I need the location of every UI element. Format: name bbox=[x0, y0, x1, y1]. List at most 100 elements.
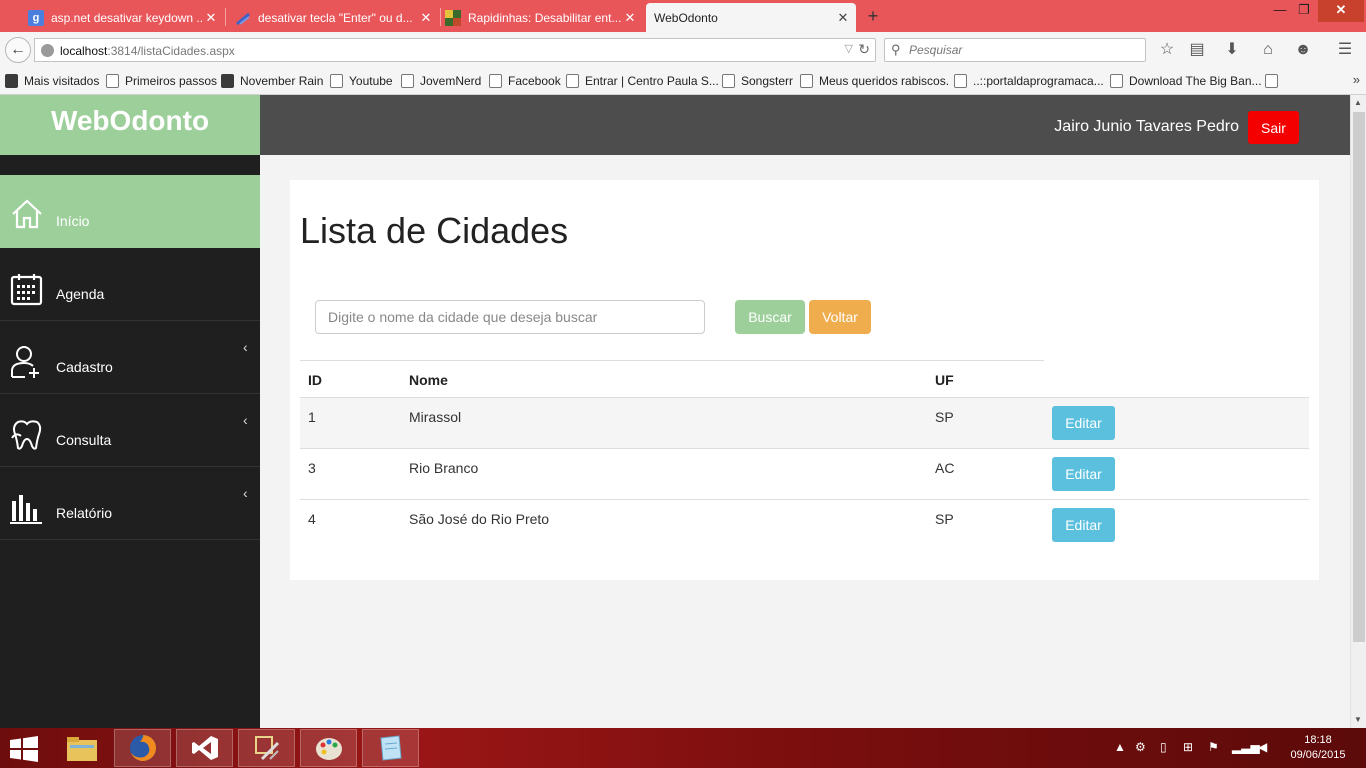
sidebar-item-consulta[interactable]: Consulta ‹ bbox=[0, 394, 260, 467]
close-tab-icon[interactable]: ✕ bbox=[204, 10, 218, 26]
minimize-button[interactable]: — bbox=[1268, 0, 1292, 22]
menu-icon[interactable]: ☰ bbox=[1335, 40, 1355, 60]
visual-studio-icon[interactable] bbox=[176, 729, 233, 767]
sidebar-item-inicio[interactable]: Início bbox=[0, 175, 260, 248]
sidebar-item-cadastro[interactable]: Cadastro ‹ bbox=[0, 321, 260, 394]
new-tab-button[interactable]: + bbox=[864, 4, 882, 28]
reload-icon[interactable]: ↻ bbox=[858, 41, 870, 58]
browser-tab-3[interactable]: Rapidinhas: Desabilitar ent... ✕ bbox=[437, 3, 643, 32]
cell-uf: SP bbox=[935, 409, 954, 425]
logout-button[interactable]: Sair bbox=[1248, 111, 1299, 144]
scroll-down-icon[interactable]: ▼ bbox=[1354, 715, 1362, 724]
sidebar-item-agenda[interactable]: Agenda bbox=[0, 248, 260, 321]
browser-tab-bar: g asp.net desativar keydown ... ✕ desati… bbox=[0, 0, 1366, 32]
hello-chat-icon[interactable]: ☻ bbox=[1293, 40, 1313, 60]
show-hidden-icons[interactable]: ▲ bbox=[1114, 740, 1126, 754]
edit-button[interactable]: Editar bbox=[1052, 508, 1115, 542]
sidebar-item-label: Cadastro bbox=[56, 359, 113, 375]
maximize-button[interactable]: ❐ bbox=[1292, 0, 1316, 22]
page-icon bbox=[330, 74, 343, 88]
reading-list-icon[interactable]: ▤ bbox=[1187, 40, 1207, 60]
browser-tab-2[interactable]: desativar tecla "Enter" ou d... ✕ bbox=[227, 3, 439, 32]
cell-nome: São José do Rio Preto bbox=[409, 511, 550, 527]
edit-button[interactable]: Editar bbox=[1052, 457, 1115, 491]
user-add-icon bbox=[11, 346, 39, 378]
device-icon[interactable]: ▯ bbox=[1160, 740, 1167, 754]
search-icon: ⚲ bbox=[891, 42, 901, 57]
bookmark-item[interactable]: ..::portaldaprogramaca... bbox=[954, 74, 1104, 88]
page-title: Lista de Cidades bbox=[300, 210, 569, 251]
network-share-icon[interactable]: ⚙ bbox=[1135, 740, 1146, 754]
tools-icon[interactable] bbox=[238, 729, 295, 767]
page-icon bbox=[1265, 74, 1278, 88]
url-text: localhost:3814/listaCidades.aspx bbox=[60, 44, 235, 58]
chevron-left-icon: ‹ bbox=[243, 485, 248, 501]
main-panel: Lista de Cidades Buscar Voltar ID Nome U… bbox=[290, 180, 1319, 580]
table-row: 4 São José do Rio Preto SP Editar bbox=[300, 499, 1309, 550]
window-close-button[interactable]: ✕ bbox=[1318, 0, 1364, 22]
city-search-input[interactable] bbox=[315, 300, 705, 334]
file-explorer-icon[interactable] bbox=[53, 729, 110, 767]
bookmarks-toolbar: Mais visitados Primeiros passos November… bbox=[0, 68, 1366, 95]
volume-icon[interactable]: ◀ bbox=[1258, 740, 1267, 754]
bookmark-item[interactable]: Meus queridos rabiscos. bbox=[800, 74, 949, 88]
browser-search-bar[interactable]: ⚲ bbox=[884, 38, 1146, 62]
bookmark-item[interactable]: Facebook bbox=[489, 74, 561, 88]
url-bar[interactable]: localhost:3814/listaCidades.aspx ▽ ↻ bbox=[34, 38, 876, 62]
firefox-icon[interactable] bbox=[114, 729, 171, 767]
scroll-up-icon[interactable]: ▲ bbox=[1354, 98, 1362, 107]
bookmark-item[interactable]: Songsterr bbox=[722, 74, 793, 88]
stackoverflow-icon bbox=[235, 10, 251, 26]
dropdown-arrow-icon[interactable]: ▽ bbox=[845, 42, 853, 55]
bar-chart-icon bbox=[10, 495, 42, 524]
page-scrollbar[interactable]: ▲ ▼ bbox=[1350, 95, 1366, 728]
edit-button[interactable]: Editar bbox=[1052, 406, 1115, 440]
page-icon bbox=[401, 74, 414, 88]
system-clock[interactable]: 18:18 09/06/2015 bbox=[1288, 733, 1348, 763]
tab-title: Rapidinhas: Desabilitar ent... bbox=[468, 10, 622, 25]
paint-icon[interactable] bbox=[300, 729, 357, 767]
bookmark-item[interactable]: Primeiros passos bbox=[106, 74, 217, 88]
notepad-icon[interactable] bbox=[362, 729, 419, 767]
windows-taskbar: ▲ ⚙ ▯ ⊞ ⚑ ▂▃▅ ◀ 18:18 09/06/2015 bbox=[0, 728, 1366, 768]
page-icon bbox=[106, 74, 119, 88]
home-icon[interactable]: ⌂ bbox=[1258, 40, 1278, 60]
table-body: 1 Mirassol SP Editar 3 Rio Branco AC Edi… bbox=[300, 397, 1309, 550]
close-tab-icon[interactable]: ✕ bbox=[623, 10, 637, 26]
close-tab-icon[interactable]: ✕ bbox=[419, 10, 433, 26]
tab-title: WebOdonto bbox=[654, 10, 718, 25]
cell-uf: SP bbox=[935, 511, 954, 527]
page-viewport: WebOdonto Início Agenda Cadastro ‹ Consu… bbox=[0, 95, 1366, 728]
cell-nome: Rio Branco bbox=[409, 460, 479, 476]
bookmark-item[interactable]: JovemNerd bbox=[401, 74, 481, 88]
site-icon bbox=[445, 9, 461, 26]
bookmark-item[interactable] bbox=[1265, 74, 1284, 88]
chevron-right-icon[interactable]: » bbox=[1353, 72, 1360, 87]
browser-tab-active[interactable]: WebOdonto ✕ bbox=[646, 3, 856, 32]
windows-grid-icon[interactable]: ⊞ bbox=[1183, 740, 1193, 754]
scroll-thumb[interactable] bbox=[1353, 112, 1365, 642]
chevron-left-icon: ‹ bbox=[243, 339, 248, 355]
close-tab-icon[interactable]: ✕ bbox=[836, 10, 850, 26]
back-button[interactable]: ← bbox=[5, 37, 31, 63]
bookmark-item[interactable]: Entrar | Centro Paula S... bbox=[566, 74, 719, 88]
downloads-icon[interactable]: ⬇ bbox=[1222, 40, 1242, 60]
back-button[interactable]: Voltar bbox=[809, 300, 871, 334]
bookmark-star-icon[interactable]: ☆ bbox=[1157, 40, 1177, 60]
windows-start-icon[interactable] bbox=[10, 736, 38, 762]
globe-icon bbox=[41, 44, 54, 57]
brand-logo[interactable]: WebOdonto bbox=[0, 95, 260, 155]
bookmark-item[interactable]: Youtube bbox=[330, 74, 393, 88]
flag-icon[interactable]: ⚑ bbox=[1208, 740, 1219, 754]
browser-tab-1[interactable]: g asp.net desativar keydown ... ✕ bbox=[20, 3, 224, 32]
folder-icon bbox=[5, 74, 18, 88]
search-button[interactable]: Buscar bbox=[735, 300, 805, 334]
signal-icon[interactable]: ▂▃▅ bbox=[1232, 740, 1260, 754]
bookmark-item[interactable]: Mais visitados bbox=[5, 74, 99, 88]
page-icon bbox=[800, 74, 813, 88]
table-row: 1 Mirassol SP Editar bbox=[300, 397, 1309, 448]
bookmark-item[interactable]: November Rain bbox=[221, 74, 323, 88]
sidebar-item-relatorio[interactable]: Relatório ‹ bbox=[0, 467, 260, 540]
bookmark-item[interactable]: Download The Big Ban... bbox=[1110, 74, 1262, 88]
browser-search-input[interactable] bbox=[909, 42, 1139, 58]
